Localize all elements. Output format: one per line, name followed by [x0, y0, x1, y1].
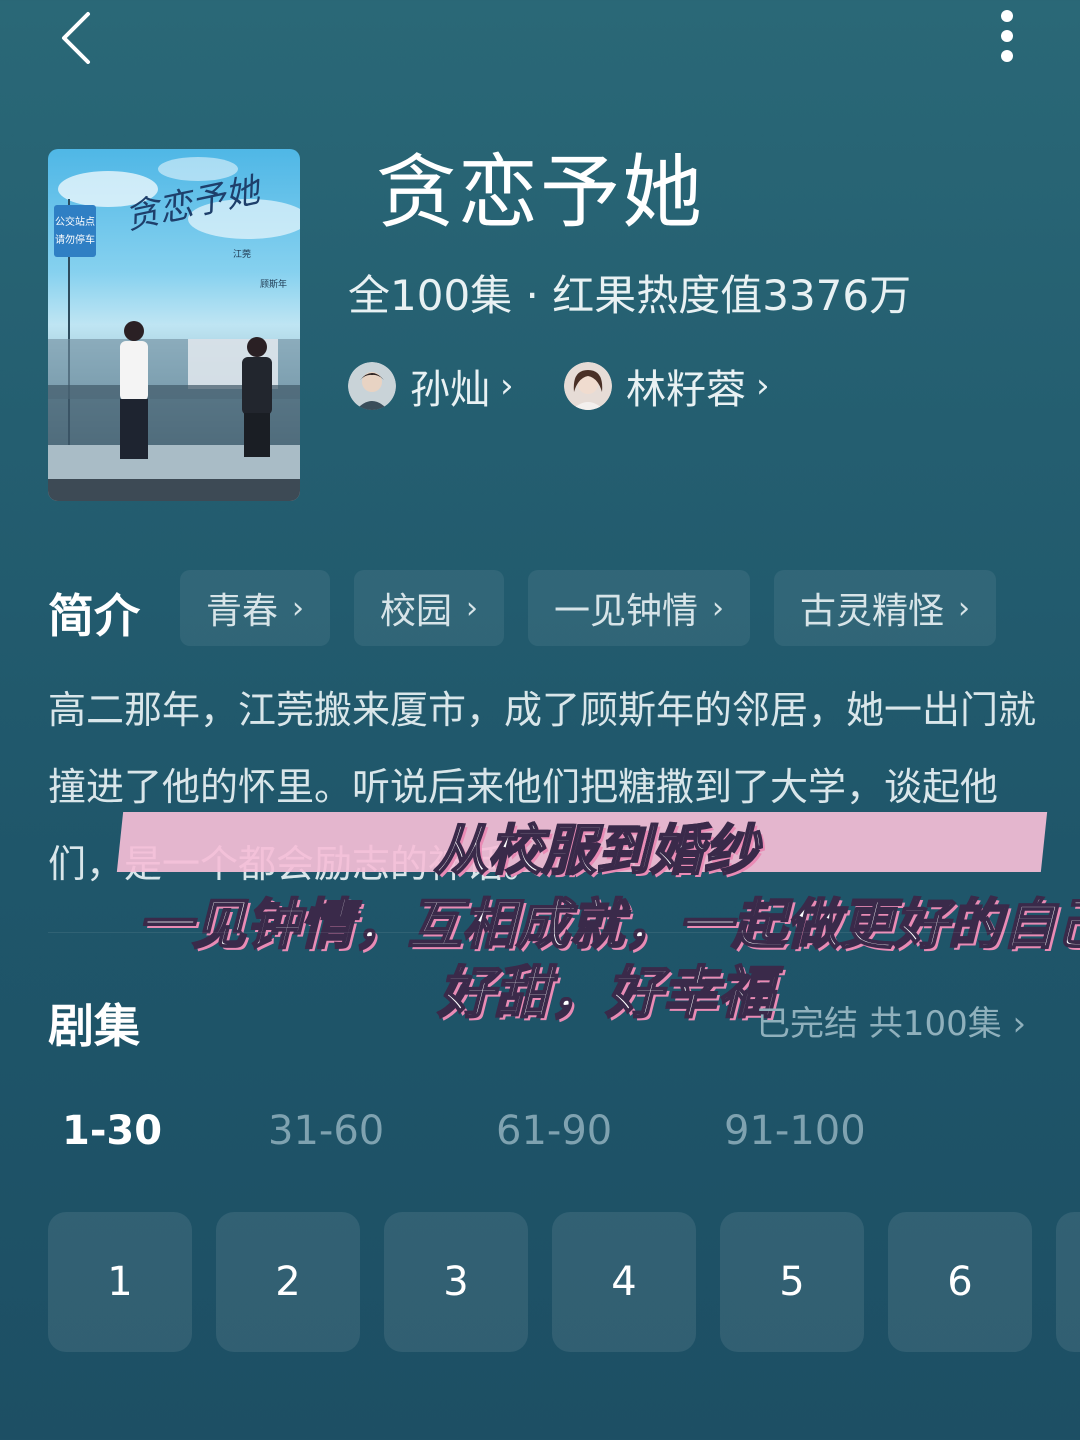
more-vertical-icon: [1001, 10, 1013, 22]
poster-sign-line2: 请勿停车: [55, 233, 95, 246]
cast-name: 林籽蓉: [626, 367, 746, 413]
chevron-right-icon: ›: [1012, 1004, 1027, 1044]
poster-actor2: 顾斯年: [260, 278, 287, 290]
genre-tag[interactable]: 青春 ›: [180, 570, 330, 646]
avatar: [564, 362, 612, 410]
episode-button[interactable]: 1: [48, 1212, 192, 1352]
chevron-right-icon: ›: [500, 366, 514, 406]
episodes-status: 已完结 共100集: [756, 1004, 1002, 1044]
cast-item[interactable]: 林籽蓉 ›: [564, 358, 770, 414]
episode-range-tab[interactable]: 31-60: [268, 1108, 384, 1154]
cast-name: 孙灿: [410, 367, 490, 413]
genre-tag[interactable]: 古灵精怪 ›: [774, 570, 996, 646]
avatar: [348, 362, 396, 410]
episode-button[interactable]: 4: [552, 1212, 696, 1352]
episodes-status-link[interactable]: 已完结 共100集 ›: [756, 996, 1026, 1045]
episode-range-tab[interactable]: 91-100: [724, 1108, 866, 1154]
episode-range-tab[interactable]: 1-30: [62, 1108, 162, 1154]
poster-sign-line1: 公交站点: [55, 215, 95, 228]
drama-poster[interactable]: 公交站点 请勿停车 贪恋予她 江莞 顾斯年: [48, 149, 300, 501]
top-bar: [0, 0, 1080, 80]
back-button[interactable]: [56, 8, 104, 64]
more-button[interactable]: [990, 4, 1026, 68]
chevron-right-icon: ›: [292, 590, 304, 626]
tag-label: 一见钟情: [553, 591, 698, 632]
tag-label: 古灵精怪: [799, 591, 944, 632]
overlay-caption: 从校服到婚纱: [433, 818, 759, 883]
chevron-left-icon: [62, 12, 90, 64]
drama-title: 贪恋予她: [376, 146, 704, 239]
episode-button-partial[interactable]: [1056, 1212, 1080, 1352]
tag-label: 校园: [379, 591, 452, 632]
cast-item[interactable]: 孙灿 ›: [348, 358, 514, 414]
poster-actor1: 江莞: [233, 248, 251, 260]
chevron-right-icon: ›: [958, 590, 970, 626]
episodes-heading: 剧集: [48, 999, 140, 1053]
synopsis-heading: 简介: [48, 589, 140, 643]
chevron-right-icon: ›: [756, 366, 770, 406]
chevron-right-icon: ›: [712, 590, 724, 626]
episode-button[interactable]: 2: [216, 1212, 360, 1352]
divider: [48, 932, 1032, 933]
more-vertical-icon: [1001, 50, 1013, 62]
overlay-caption: 好甜，好幸福: [437, 960, 775, 1027]
poster-art: 公交站点 请勿停车 贪恋予她 江莞 顾斯年: [48, 157, 300, 501]
episode-button[interactable]: 3: [384, 1212, 528, 1352]
episode-range-tab[interactable]: 61-90: [496, 1108, 612, 1154]
more-vertical-icon: [1001, 30, 1013, 42]
tag-label: 青春: [205, 591, 278, 632]
genre-tag[interactable]: 一见钟情 ›: [528, 570, 750, 646]
episode-button[interactable]: 6: [888, 1212, 1032, 1352]
episode-button[interactable]: 5: [720, 1212, 864, 1352]
chevron-right-icon: ›: [466, 590, 478, 626]
drama-meta: 全100集 · 红果热度值3376万: [348, 271, 912, 320]
genre-tag[interactable]: 校园 ›: [354, 570, 504, 646]
